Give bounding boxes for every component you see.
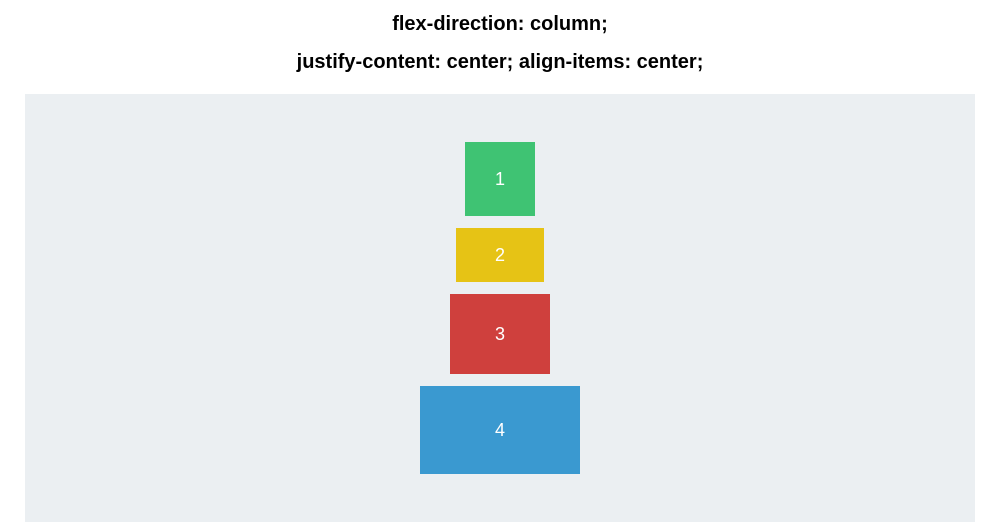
flex-item-label: 2 bbox=[495, 245, 505, 266]
heading-area: flex-direction: column; justify-content:… bbox=[297, 0, 704, 86]
flex-container: 1 2 3 4 bbox=[25, 94, 975, 522]
flex-item-4: 4 bbox=[420, 386, 580, 474]
flex-item-2: 2 bbox=[456, 228, 544, 282]
flex-item-label: 3 bbox=[495, 324, 505, 345]
heading-line-2: justify-content: center; align-items: ce… bbox=[297, 48, 704, 76]
flex-item-1: 1 bbox=[465, 142, 535, 216]
flex-item-3: 3 bbox=[450, 294, 550, 374]
heading-line-1: flex-direction: column; bbox=[297, 10, 704, 38]
flex-item-label: 4 bbox=[495, 420, 505, 441]
flex-item-label: 1 bbox=[495, 169, 505, 190]
